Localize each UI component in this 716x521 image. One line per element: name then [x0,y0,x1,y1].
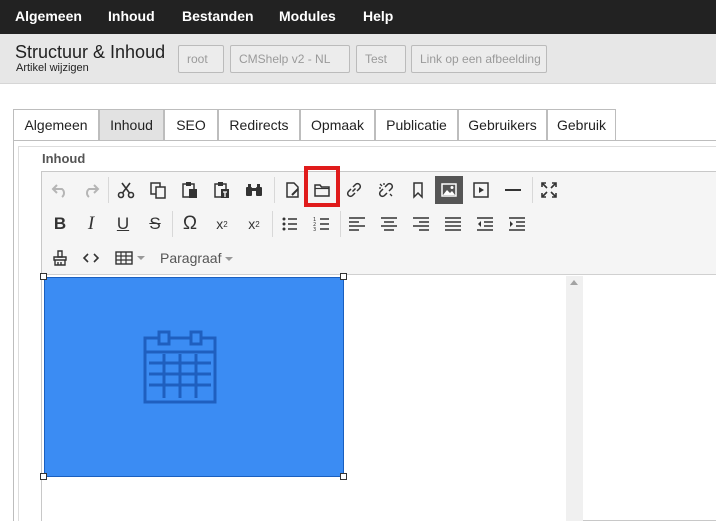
paste-text-icon[interactable] [208,176,236,204]
tab-opmaak[interactable]: Opmaak [300,109,375,141]
fullscreen-icon[interactable] [535,176,563,204]
table-icon [115,251,133,265]
menu-item-bestanden[interactable]: Bestanden [182,0,254,34]
tab-algemeen[interactable]: Algemeen [13,109,99,141]
svg-text:3: 3 [313,227,316,233]
menu-item-help[interactable]: Help [363,0,393,34]
format-dropdown[interactable]: Paragraaf [160,244,234,272]
cut-icon[interactable] [112,176,140,204]
editor-label: Inhoud [42,151,86,166]
underline-icon[interactable]: U [109,210,137,238]
toolbar-separator [532,177,533,203]
redo-icon[interactable] [77,176,105,204]
breadcrumb-cmshelp[interactable]: CMShelp v2 - NL [230,45,350,73]
tab-gebruikers[interactable]: Gebruikers [458,109,547,141]
table-dropdown[interactable] [112,244,148,272]
tab-redirects[interactable]: Redirects [218,109,300,141]
breadcrumb-root[interactable]: root [178,45,224,73]
align-left-icon[interactable] [343,210,371,238]
indent-icon[interactable] [503,210,531,238]
tab-bar: Algemeen Inhoud SEO Redirects Opmaak Pub… [13,109,716,141]
strikethrough-icon[interactable]: S [141,210,169,238]
special-char-icon[interactable]: Ω [176,210,204,238]
bold-icon[interactable]: B [46,210,74,238]
media-icon[interactable] [467,176,495,204]
tab-inhoud[interactable]: Inhoud [99,109,164,141]
resize-handle-sw[interactable] [40,473,47,480]
justify-icon[interactable] [439,210,467,238]
page-header: Structuur & Inhoud Artikel wijzigen root… [0,34,716,84]
unlink-icon[interactable] [372,176,400,204]
resize-handle-ne[interactable] [340,273,347,280]
tab-gebruik[interactable]: Gebruik [547,109,616,141]
image-icon[interactable] [435,176,463,204]
link-icon[interactable] [340,176,368,204]
page-subtitle: Artikel wijzigen [16,62,89,74]
numbered-list-icon[interactable]: 123 [308,210,336,238]
bookmark-icon[interactable] [404,176,432,204]
find-icon[interactable] [240,176,268,204]
toolbar-separator [172,211,173,237]
menu-item-algemeen[interactable]: Algemeen [15,0,82,34]
tab-publicatie[interactable]: Publicatie [375,109,458,141]
subscript-icon[interactable]: x2 [208,210,236,238]
editor-toolbar: B I U S Ω x2 x2 123 Paragraaf [42,172,716,275]
align-center-icon[interactable] [375,210,403,238]
chevron-down-icon [137,256,145,260]
calendar-icon [143,330,217,404]
clear-format-icon[interactable] [46,244,74,272]
top-menu-bar: Algemeen Inhoud Bestanden Modules Help [0,0,716,34]
source-code-icon[interactable] [77,244,105,272]
format-dropdown-value: Paragraaf [160,250,222,266]
resize-handle-nw[interactable] [40,273,47,280]
file-browser-icon[interactable] [308,176,336,204]
copy-icon[interactable] [144,176,172,204]
toolbar-separator [108,177,109,203]
scroll-up-arrow-icon[interactable] [570,280,578,285]
bullet-list-icon[interactable] [276,210,304,238]
toolbar-separator [272,211,273,237]
horizontal-rule-icon[interactable] [499,176,527,204]
breadcrumb-test[interactable]: Test [356,45,406,73]
align-right-icon[interactable] [407,210,435,238]
page-title: Structuur & Inhoud [15,42,166,62]
toolbar-separator [340,211,341,237]
chevron-down-icon [225,257,234,262]
breadcrumb-link-afbeelding[interactable]: Link op een afbeelding [411,45,547,73]
menu-item-inhoud[interactable]: Inhoud [108,0,155,34]
tab-seo[interactable]: SEO [164,109,218,141]
new-document-icon[interactable] [278,176,306,204]
toolbar-separator [274,177,275,203]
editor-scrollbar[interactable] [566,276,583,521]
italic-icon[interactable]: I [77,210,105,238]
menu-item-modules[interactable]: Modules [279,0,336,34]
superscript-icon[interactable]: x2 [240,210,268,238]
undo-icon[interactable] [46,176,74,204]
resize-handle-se[interactable] [340,473,347,480]
outdent-icon[interactable] [471,210,499,238]
paste-icon[interactable] [176,176,204,204]
